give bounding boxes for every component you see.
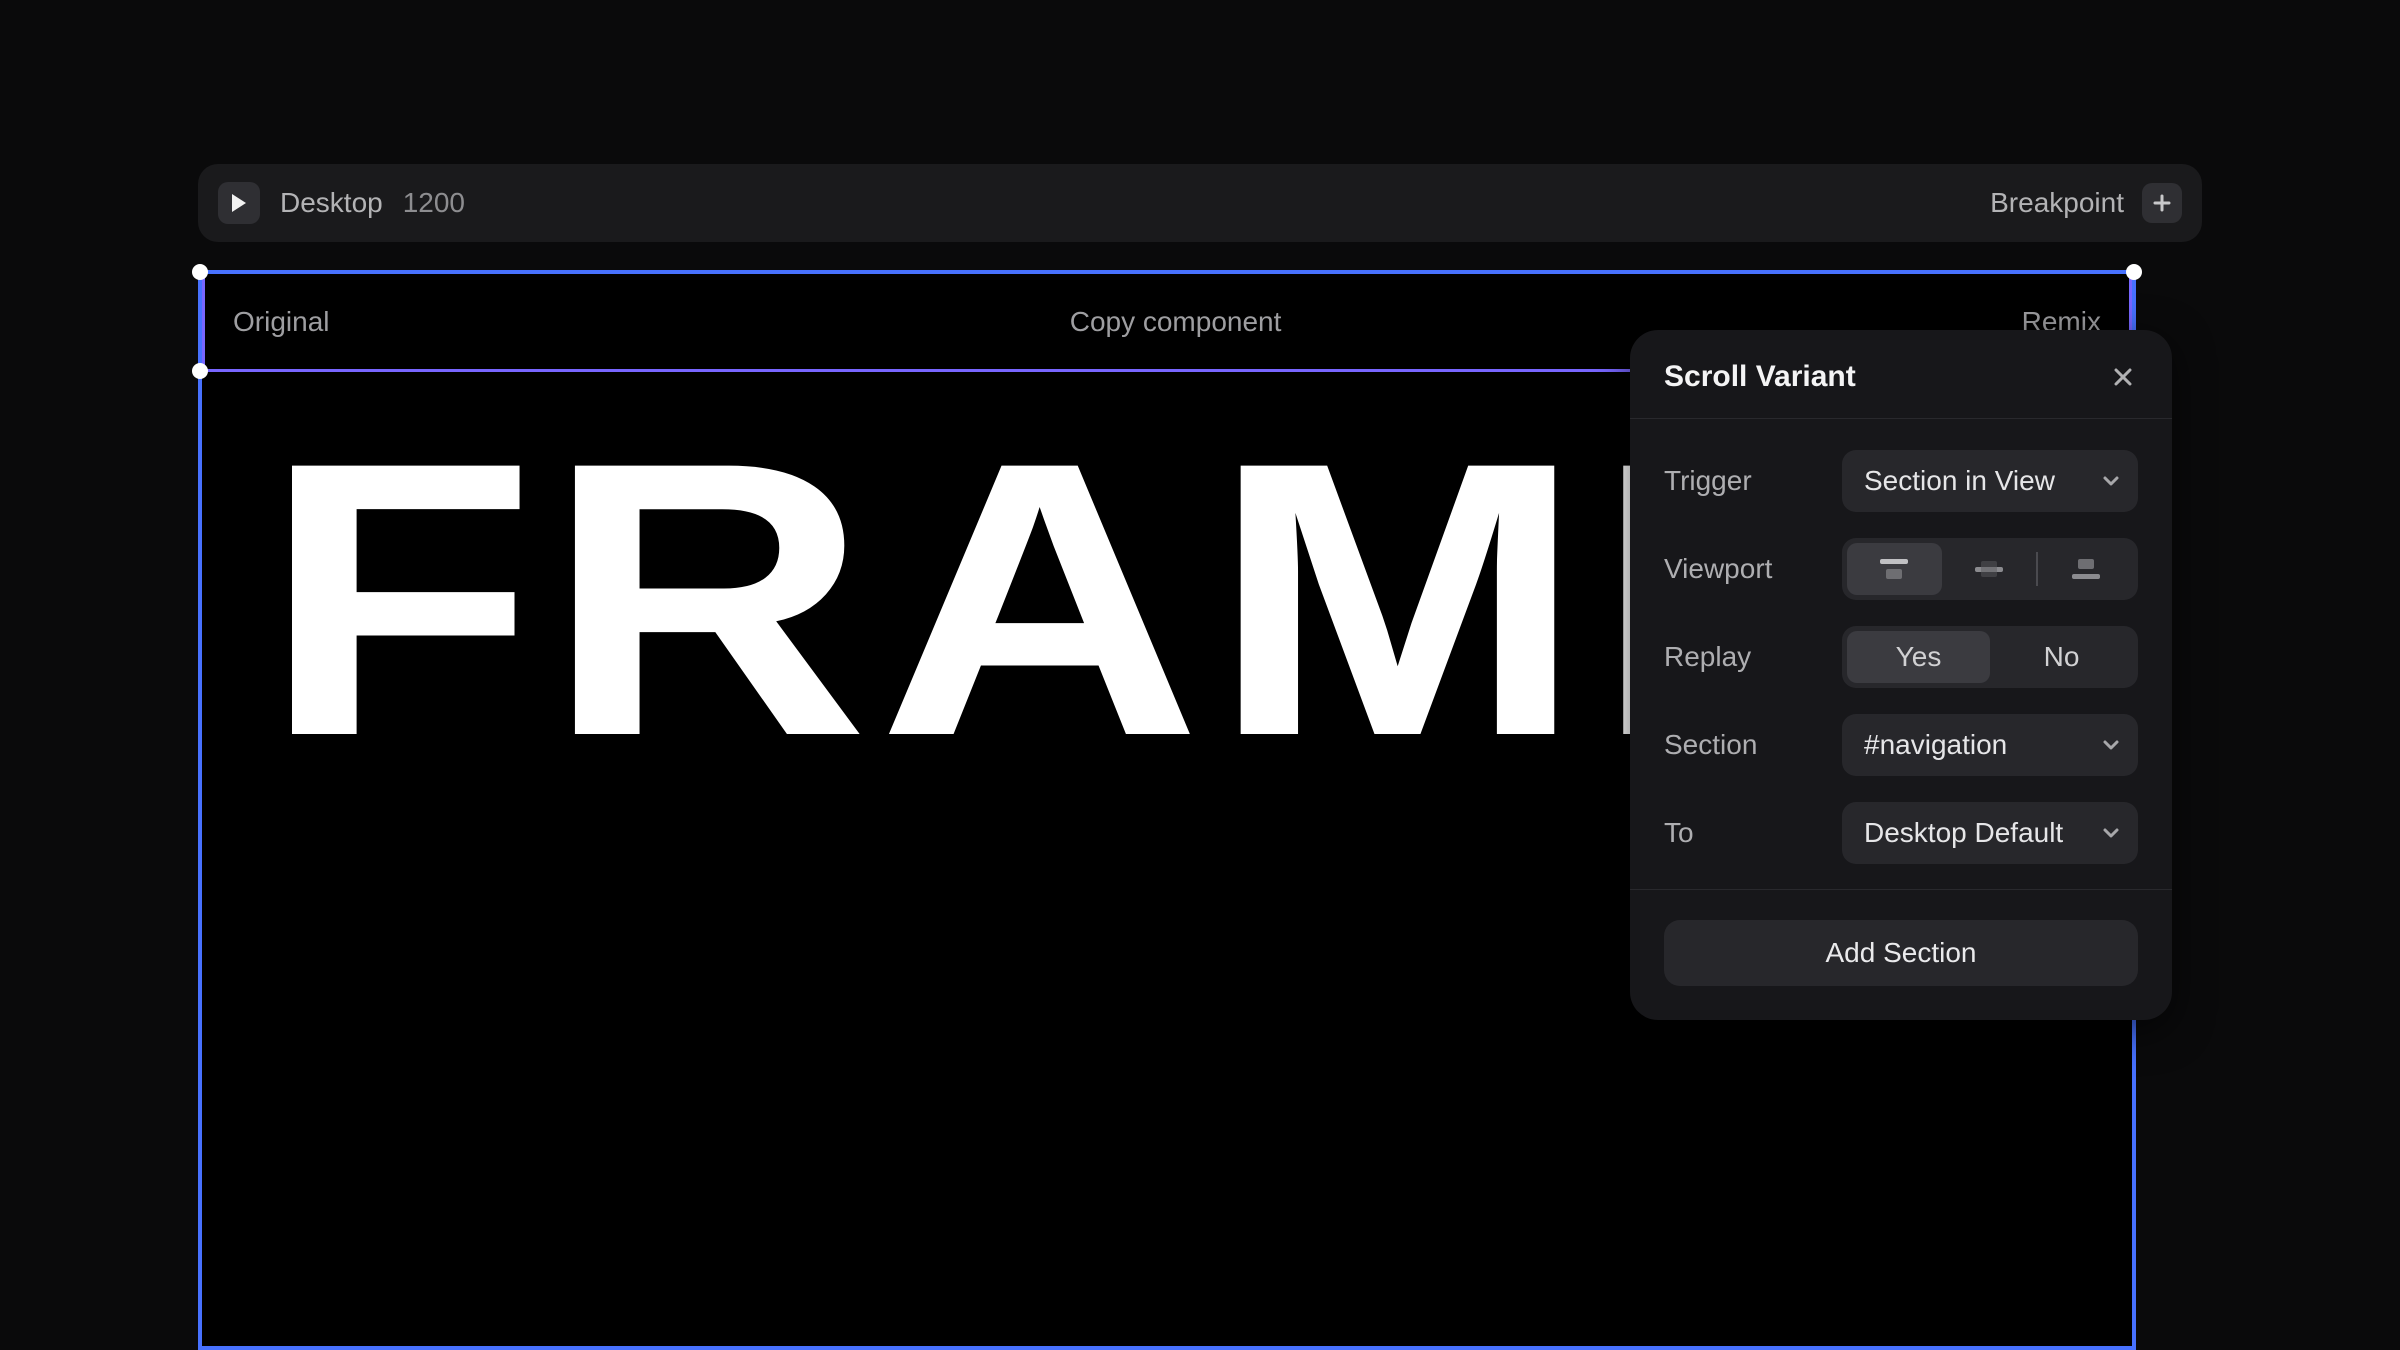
resize-handle-tl[interactable]: [192, 264, 208, 280]
chevron-down-icon: [2102, 827, 2120, 839]
selection-copy-component[interactable]: Copy component: [1070, 306, 1282, 338]
close-icon: [2112, 366, 2134, 388]
replay-no-option[interactable]: No: [1990, 631, 2133, 683]
popover-footer: Add Section: [1630, 889, 2172, 1020]
trigger-value: Section in View: [1864, 465, 2055, 497]
popover-title: Scroll Variant: [1664, 360, 1856, 394]
to-select[interactable]: Desktop Default: [1842, 802, 2138, 864]
chevron-down-icon: [2102, 475, 2120, 487]
canvas-toolbar: Desktop 1200 Breakpoint: [198, 164, 2202, 242]
row-viewport: Viewport: [1664, 525, 2138, 613]
viewport-bottom-option[interactable]: [2038, 543, 2133, 595]
to-label: To: [1664, 817, 1694, 849]
device-label[interactable]: Desktop: [280, 187, 383, 219]
align-center-icon: [1972, 556, 2006, 582]
resize-handle-tr[interactable]: [2126, 264, 2142, 280]
popover-body: Trigger Section in View Viewport: [1630, 419, 2172, 889]
popover-header: Scroll Variant: [1630, 330, 2172, 419]
plus-icon: [2152, 193, 2172, 213]
replay-yes-option[interactable]: Yes: [1847, 631, 1990, 683]
align-bottom-icon: [2069, 556, 2103, 582]
section-label: Section: [1664, 729, 1757, 761]
viewport-segmented: [1842, 538, 2138, 600]
toolbar-right: Breakpoint: [1990, 183, 2182, 223]
align-top-icon: [1877, 556, 1911, 582]
row-section: Section #navigation: [1664, 701, 2138, 789]
trigger-label: Trigger: [1664, 465, 1752, 497]
to-value: Desktop Default: [1864, 817, 2063, 849]
row-trigger: Trigger Section in View: [1664, 437, 2138, 525]
breakpoint-label: Breakpoint: [1990, 187, 2124, 219]
replay-label: Replay: [1664, 641, 1751, 673]
toolbar-left: Desktop 1200: [218, 182, 465, 224]
play-icon: [230, 193, 248, 213]
add-section-button[interactable]: Add Section: [1664, 920, 2138, 986]
chevron-down-icon: [2102, 739, 2120, 751]
section-select[interactable]: #navigation: [1842, 714, 2138, 776]
scroll-variant-popover: Scroll Variant Trigger Section in View V…: [1630, 330, 2172, 1020]
resize-handle-bl[interactable]: [192, 363, 208, 379]
selection-original[interactable]: Original: [233, 306, 329, 338]
viewport-label: Viewport: [1664, 553, 1772, 585]
play-button[interactable]: [218, 182, 260, 224]
trigger-select[interactable]: Section in View: [1842, 450, 2138, 512]
add-breakpoint-button[interactable]: [2142, 183, 2182, 223]
close-button[interactable]: [2108, 362, 2138, 392]
viewport-top-option[interactable]: [1847, 543, 1942, 595]
section-value: #navigation: [1864, 729, 2007, 761]
replay-segmented: Yes No: [1842, 626, 2138, 688]
device-width[interactable]: 1200: [403, 187, 465, 219]
row-replay: Replay Yes No: [1664, 613, 2138, 701]
viewport-center-option[interactable]: [1942, 543, 2037, 595]
row-to: To Desktop Default: [1664, 789, 2138, 877]
